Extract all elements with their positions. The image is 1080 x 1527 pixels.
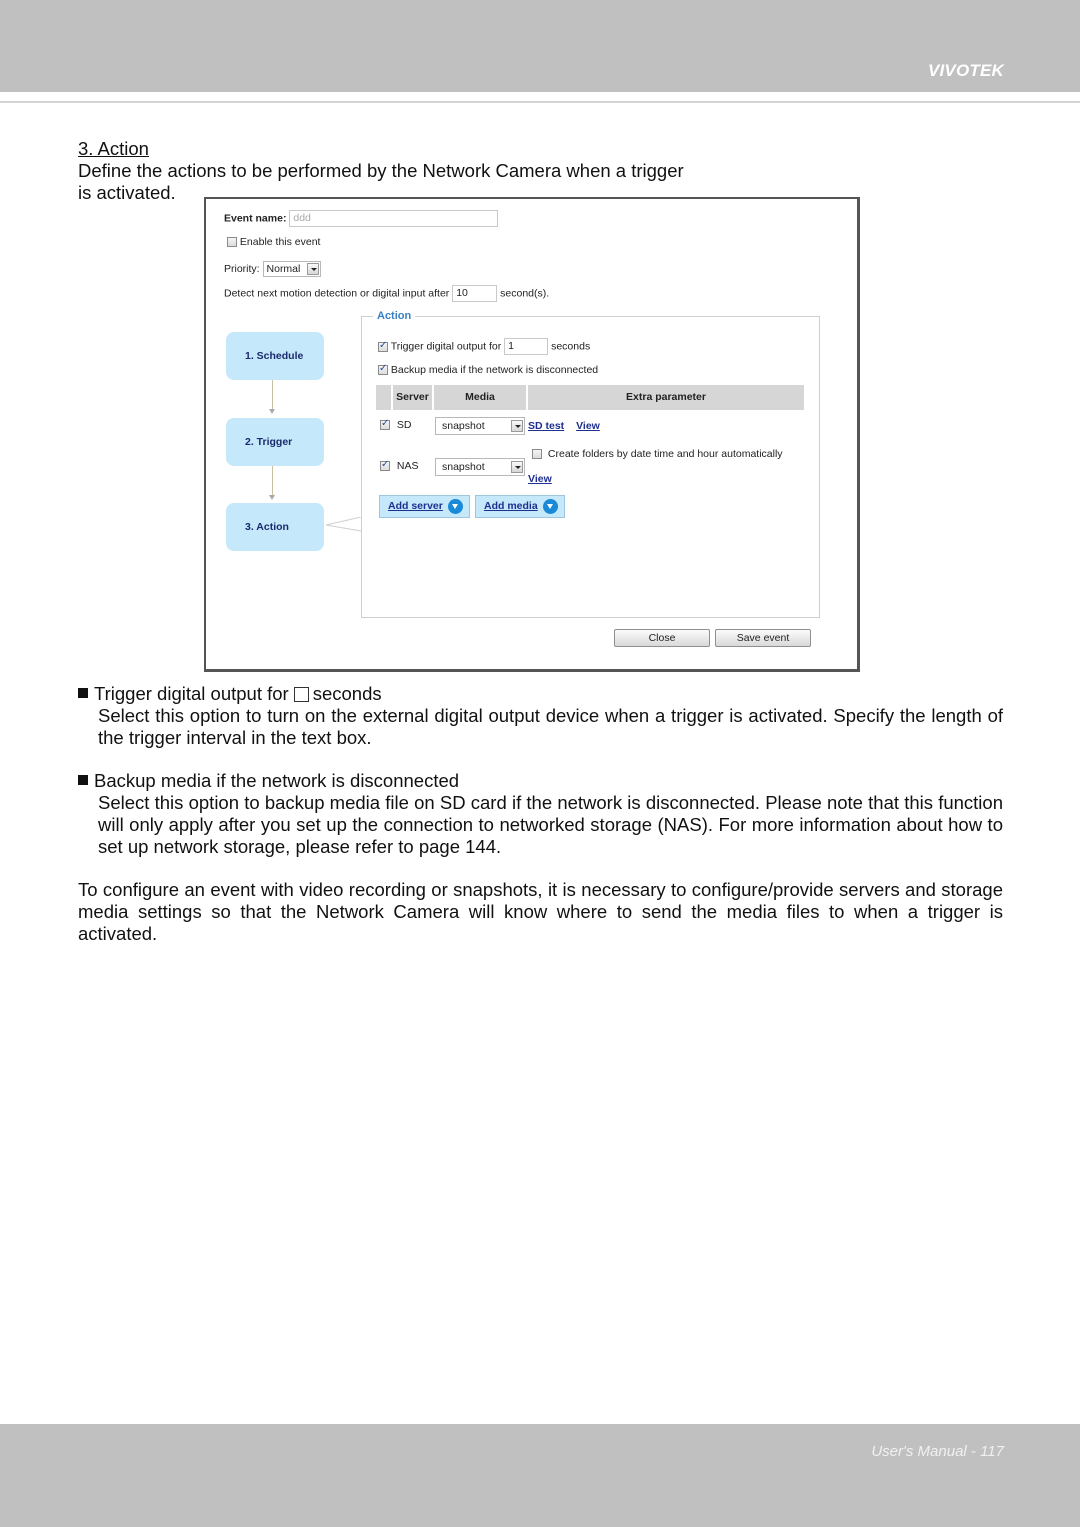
step-pointer	[325, 517, 362, 532]
header-extra-parameter: Extra parameter	[626, 391, 706, 403]
trigger-output-input[interactable]: 1	[504, 338, 549, 355]
textbox-symbol-icon	[293, 687, 309, 702]
add-media-button[interactable]: Add media	[475, 495, 565, 518]
add-media-label: Add media	[484, 500, 538, 512]
section-title: 3. Action	[78, 138, 149, 159]
chevron-down-icon	[306, 263, 319, 275]
step-trigger[interactable]: 2. Trigger	[226, 418, 324, 466]
header-divider	[0, 101, 1080, 103]
sd-view-link[interactable]: View	[576, 420, 600, 432]
header-server: Server	[393, 385, 434, 410]
create-folders-checkbox[interactable]	[532, 449, 542, 460]
bullet-square-icon	[78, 688, 88, 698]
event-name-input[interactable]: ddd	[289, 210, 499, 227]
enable-event-checkbox[interactable]	[227, 237, 237, 248]
document-body: 3. Action Define the actions to be perfo…	[78, 138, 1003, 204]
action-fieldset	[361, 316, 820, 618]
brand-logo: VIVOTEK	[927, 61, 1004, 80]
trigger-output-row: Trigger digital output for 1 seconds	[378, 338, 590, 355]
page-number: User's Manual - 117	[871, 1443, 1004, 1460]
intro-line-1: Define the actions to be performed by th…	[78, 160, 684, 181]
footer-band	[0, 1424, 1080, 1527]
nas-checkbox[interactable]	[380, 459, 390, 472]
priority-row: Priority: Normal	[224, 261, 321, 277]
step-action[interactable]: 3. Action	[226, 503, 324, 551]
detect-unit: second(s).	[500, 287, 550, 300]
bullet-title: Trigger digital output for seconds	[78, 683, 1003, 705]
nas-view-link[interactable]: View	[528, 473, 552, 485]
nas-server-name: NAS	[396, 460, 419, 472]
description-body: Trigger digital output for seconds Select…	[78, 683, 1003, 945]
sd-media-select[interactable]: snapshot	[435, 417, 525, 435]
bullet-title-text: Trigger digital output for	[94, 683, 289, 704]
backup-row: Backup media if the network is disconnec…	[378, 363, 599, 376]
bullet-backup-media: Backup media if the network is disconnec…	[78, 770, 1003, 858]
close-button[interactable]: Close	[614, 629, 710, 647]
chevron-down-icon	[511, 461, 523, 473]
step-connector	[272, 380, 273, 410]
detect-seconds-input[interactable]: 10	[452, 285, 498, 302]
trigger-output-label: Trigger digital output for	[390, 340, 502, 353]
bullet-title-text: Backup media if the network is disconnec…	[94, 770, 460, 791]
table-row-nas: NAS	[380, 459, 419, 472]
priority-value: Normal	[266, 263, 301, 275]
add-server-button[interactable]: Add server	[379, 495, 470, 518]
arrow-down-icon	[269, 495, 275, 500]
enable-event-row: Enable this event	[227, 236, 320, 248]
detect-label: Detect next motion detection or digital …	[224, 287, 450, 300]
backup-label: Backup media if the network is disconnec…	[390, 364, 599, 376]
backup-checkbox[interactable]	[378, 363, 388, 376]
add-server-label: Add server	[388, 500, 443, 512]
sd-checkbox[interactable]	[380, 418, 390, 431]
priority-label: Priority:	[224, 262, 260, 275]
sd-server-name: SD	[396, 419, 412, 431]
nas-media-value: snapshot	[442, 461, 485, 473]
event-name-label: Event name:	[224, 212, 287, 225]
header-band	[0, 0, 1080, 92]
header-select-col	[376, 385, 393, 410]
bullet-square-icon	[78, 775, 88, 785]
event-settings-screenshot: Event name: ddd Enable this event Priori…	[204, 197, 860, 672]
step-schedule[interactable]: 1. Schedule	[226, 332, 324, 380]
header-media: Media	[434, 385, 528, 410]
bullet-title: Backup media if the network is disconnec…	[78, 770, 1003, 792]
dropdown-circle-icon	[543, 499, 558, 514]
table-row-sd: SD	[380, 418, 412, 431]
create-folders-row: Create folders by date time and hour aut…	[532, 448, 783, 460]
step-connector	[272, 466, 273, 496]
trigger-output-unit: seconds	[551, 340, 591, 353]
create-folders-label: Create folders by date time and hour aut…	[547, 448, 783, 460]
chevron-down-icon	[511, 420, 523, 432]
enable-event-label: Enable this event	[239, 236, 321, 248]
action-legend: Action	[373, 310, 416, 322]
nas-media-select[interactable]: snapshot	[435, 458, 525, 476]
arrow-down-icon	[269, 409, 275, 414]
bullet-trigger-output: Trigger digital output for seconds Select…	[78, 683, 1003, 749]
save-event-button[interactable]: Save event	[715, 629, 811, 647]
sd-media-value: snapshot	[442, 420, 485, 432]
nas-extra-links: View	[528, 473, 552, 485]
detect-row: Detect next motion detection or digital …	[224, 285, 549, 302]
event-name-row: Event name: ddd	[224, 210, 499, 227]
closing-paragraph: To configure an event with video recordi…	[78, 879, 1003, 944]
trigger-output-checkbox[interactable]	[378, 340, 388, 352]
sd-test-link[interactable]: SD test	[528, 420, 564, 432]
bullet-body: Select this option to backup media file …	[98, 792, 1003, 857]
bullet-title-text: seconds	[312, 683, 382, 704]
sd-extra-links: SD test View	[528, 420, 600, 432]
dropdown-circle-icon	[448, 499, 463, 514]
server-table-header: Server Media Extra parameter	[376, 385, 804, 410]
priority-select[interactable]: Normal	[262, 261, 321, 277]
bullet-body: Select this option to turn on the extern…	[98, 705, 1003, 748]
